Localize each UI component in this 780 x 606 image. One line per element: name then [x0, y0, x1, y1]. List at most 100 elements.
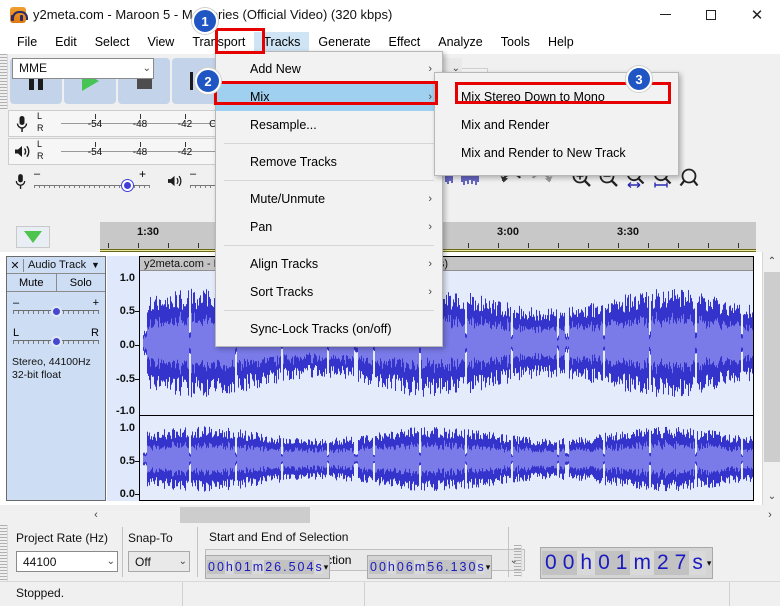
speaker-icon	[9, 139, 35, 164]
vertical-scroll-thumb[interactable]	[764, 272, 780, 462]
time-digit[interactable]: 0	[297, 560, 306, 574]
time-digit[interactable]: m	[414, 560, 426, 574]
menu-item-label: Align Tracks	[250, 257, 318, 271]
vertical-scrollbar[interactable]: ⌃ ⌄	[762, 252, 780, 505]
time-digit[interactable]: m	[630, 551, 654, 575]
remove-tracks-menu-item[interactable]: Remove Tracks	[216, 148, 442, 176]
time-digit[interactable]: m	[252, 560, 264, 574]
time-digit[interactable]: 0	[369, 560, 378, 574]
project-rate-select[interactable]: 44100 ⌄	[16, 551, 118, 572]
mute-unmute-menu-item[interactable]: Mute/Unmute›	[216, 185, 442, 213]
menu-item-label: Mute/Unmute	[250, 192, 325, 206]
chevron-down-icon[interactable]: ▾	[707, 558, 712, 569]
mix-and-render-to-new-track-item[interactable]: Mix and Render to New Track	[435, 139, 678, 167]
chevron-down-icon[interactable]: ▾	[486, 562, 491, 573]
time-digit[interactable]: 0	[396, 560, 405, 574]
scroll-up-button[interactable]: ⌃	[763, 252, 780, 270]
time-digit[interactable]: 0	[467, 560, 476, 574]
chevron-down-icon[interactable]: ▾	[324, 562, 329, 573]
time-digit[interactable]: h	[225, 560, 234, 574]
scroll-right-button[interactable]: ›	[760, 505, 780, 525]
playback-meter-toolbar[interactable]: L R -54 -48 -42 -36	[8, 138, 232, 165]
time-digit[interactable]: 1	[243, 560, 252, 574]
waveform-channel-right[interactable]	[140, 416, 753, 501]
time-digit[interactable]: 3	[459, 560, 468, 574]
menu-tools[interactable]: Tools	[492, 32, 539, 52]
menu-separator	[224, 310, 434, 311]
menu-generate[interactable]: Generate	[309, 32, 379, 52]
scroll-down-button[interactable]: ⌄	[763, 487, 780, 505]
solo-button[interactable]: Solo	[57, 274, 106, 291]
time-digit[interactable]: 0	[207, 560, 216, 574]
minimize-button[interactable]	[642, 0, 688, 30]
time-digit[interactable]: 1	[613, 551, 631, 575]
mute-button[interactable]: Mute	[7, 274, 57, 291]
time-digit[interactable]: 0	[560, 551, 578, 575]
time-digit[interactable]: 0	[378, 560, 387, 574]
selection-end-time[interactable]: 00h06m56.130s▾	[367, 555, 492, 579]
time-digit[interactable]: h	[387, 560, 396, 574]
audio-position-time[interactable]: 00h01m27s▾	[540, 547, 713, 579]
time-digit[interactable]: s	[689, 551, 706, 575]
vertical-ruler[interactable]: 1.0 0.5 0.0 -0.5 -1.0 1.0 0.5 0.0	[107, 256, 140, 501]
menu-select[interactable]: Select	[86, 32, 139, 52]
maximize-button[interactable]	[688, 0, 734, 30]
pan-right-label: R	[91, 327, 99, 339]
time-digit[interactable]: 2	[654, 551, 672, 575]
recording-volume-slider[interactable]: – +	[32, 171, 162, 191]
tracks-dropdown-menu[interactable]: Add New›Mix›Resample... Remove Tracks Mute…	[215, 51, 443, 347]
track-dropdown-icon[interactable]: ▼	[91, 260, 105, 270]
time-digit[interactable]: 0	[595, 551, 613, 575]
time-digit[interactable]: 6	[273, 560, 282, 574]
scroll-left-button[interactable]: ‹	[86, 505, 106, 525]
gain-slider[interactable]: – +	[13, 298, 99, 320]
step-badge-2: 2	[195, 68, 221, 94]
time-digit[interactable]: 6	[405, 560, 414, 574]
tracks-menu-button[interactable]: Tracks	[254, 32, 309, 52]
time-digit[interactable]: 1	[450, 560, 459, 574]
time-digit[interactable]: 5	[426, 560, 435, 574]
menu-view[interactable]: View	[138, 32, 183, 52]
menu-edit[interactable]: Edit	[46, 32, 86, 52]
pan-slider[interactable]: L R	[13, 328, 99, 350]
close-button[interactable]: ✕	[734, 0, 780, 30]
selection-start-time[interactable]: 00h01m26.504s▾	[205, 555, 330, 579]
time-digit[interactable]: 0	[542, 551, 560, 575]
snap-to-select[interactable]: Off ⌄	[128, 551, 190, 572]
audio-host-select[interactable]: MME ⌄	[12, 58, 154, 79]
recording-meter-toolbar[interactable]: L R -54 -48 -42 Click	[8, 110, 232, 137]
time-digit[interactable]: 0	[234, 560, 243, 574]
time-digit[interactable]: h	[577, 551, 595, 575]
zoom-toggle-icon[interactable]	[678, 167, 702, 189]
time-digit[interactable]: 4	[305, 560, 314, 574]
pinned-play-head-button[interactable]	[16, 226, 50, 248]
menu-file[interactable]: File	[8, 32, 46, 52]
mix-menu-item[interactable]: Mix›	[216, 83, 442, 111]
selection-toolbar-grip[interactable]	[0, 525, 8, 581]
recording-meter-tick-1: -54	[88, 119, 102, 130]
time-digit[interactable]: 0	[216, 560, 225, 574]
menu-analyze[interactable]: Analyze	[429, 32, 491, 52]
time-digit[interactable]: 2	[264, 560, 273, 574]
sort-tracks-menu-item[interactable]: Sort Tracks›	[216, 278, 442, 306]
time-digit[interactable]: s	[314, 560, 322, 574]
recording-meter-channel-r: R	[37, 123, 44, 133]
track-close-button[interactable]: ✕	[7, 259, 24, 272]
time-digit[interactable]: 6	[435, 560, 444, 574]
align-tracks-menu-item[interactable]: Align Tracks›	[216, 250, 442, 278]
time-toolbar-grip[interactable]	[514, 545, 522, 577]
add-new-menu-item[interactable]: Add New›	[216, 55, 442, 83]
menu-effect[interactable]: Effect	[380, 32, 430, 52]
pan-menu-item[interactable]: Pan›	[216, 213, 442, 241]
mix-and-render-item[interactable]: Mix and Render	[435, 111, 678, 139]
horizontal-scroll-thumb[interactable]	[180, 507, 310, 523]
time-digit[interactable]: 5	[288, 560, 297, 574]
resample-menu-item[interactable]: Resample...	[216, 111, 442, 139]
menu-transport[interactable]: Transport	[183, 32, 254, 52]
horizontal-scrollbar[interactable]: ‹ ›	[0, 505, 780, 525]
time-digit[interactable]: 7	[672, 551, 690, 575]
menu-help[interactable]: Help	[539, 32, 583, 52]
time-digit[interactable]: s	[476, 560, 484, 574]
sync-lock-tracks-on-off-menu-item[interactable]: Sync-Lock Tracks (on/off)	[216, 315, 442, 343]
transport-toolbar-grip[interactable]	[0, 54, 8, 109]
